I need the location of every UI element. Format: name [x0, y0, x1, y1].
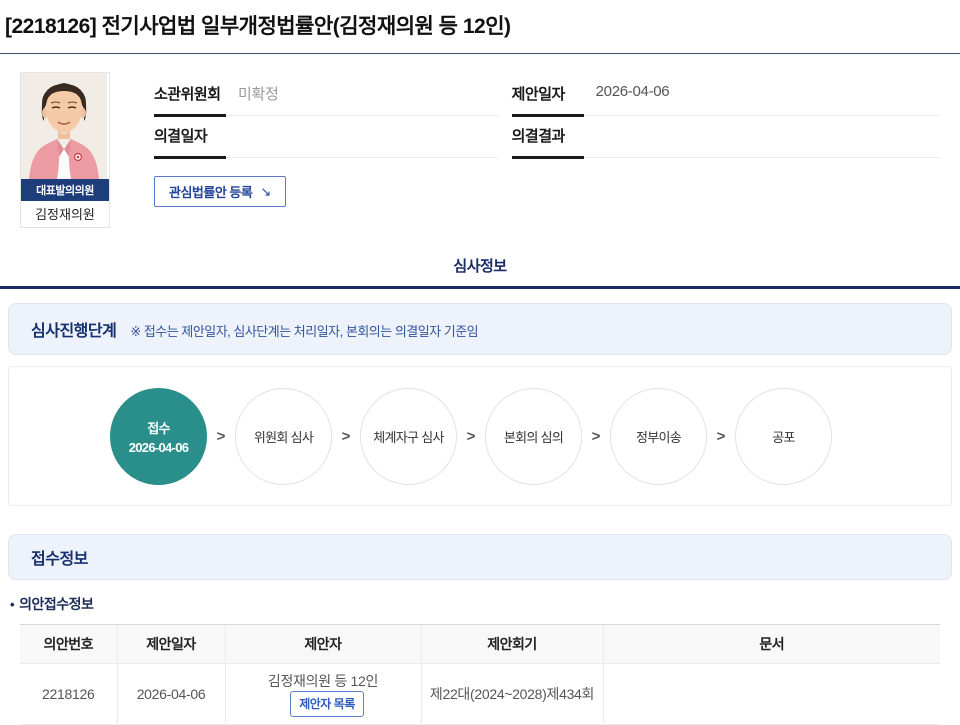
- step-systematic-review: 체계자구 심사: [360, 388, 457, 485]
- bullet-icon: •: [10, 597, 14, 612]
- reception-subtitle: • 의안접수정보: [10, 594, 960, 614]
- field-resolution-date-label: 의결일자: [154, 125, 238, 146]
- reception-section-title: 접수정보: [31, 545, 88, 569]
- chevron-right-icon: >: [582, 428, 610, 445]
- proposer-list-button[interactable]: 제안자 목록: [290, 691, 364, 717]
- bill-info-grid: 소관위원회 미확정 제안일자 2026-04-06 의결일자 의결결과: [154, 74, 940, 158]
- field-resolution-result-label: 의결결과: [512, 125, 596, 146]
- register-interest-bill-label: 관심법률안 등록: [169, 182, 252, 201]
- bill-info-area: 소관위원회 미확정 제안일자 2026-04-06 의결일자 의결결과 관심법률…: [154, 72, 940, 228]
- cell-bill-number: 2218126: [20, 664, 117, 725]
- cell-session: 제22대(2024~2028)제434회: [421, 664, 603, 725]
- tab-review-info[interactable]: 심사정보: [453, 255, 506, 286]
- step-committee-review: 위원회 심사: [235, 388, 332, 485]
- step-plenary-deliberation: 본회의 심의: [485, 388, 582, 485]
- register-arrow-icon: ↘: [260, 184, 270, 200]
- reception-subtitle-text: 의안접수정보: [19, 596, 93, 612]
- reception-table-row: 2218126 2026-04-06 김정재의원 등 12인제안자 목록 제22…: [20, 664, 940, 725]
- reception-table-header-row: 의안번호 제안일자 제안자 제안회기 문서: [20, 625, 940, 664]
- field-proposal-date: 제안일자 2026-04-06: [512, 74, 940, 116]
- step-promulgation: 공포: [735, 388, 832, 485]
- step-government-transfer: 정부이송: [610, 388, 707, 485]
- field-committee-value: 미확정: [238, 83, 279, 104]
- header-proposer: 제안자: [225, 625, 421, 664]
- field-proposal-date-label: 제안일자: [512, 83, 596, 104]
- cell-document: [603, 664, 940, 725]
- cell-proposer: 김정재의원 등 12인제안자 목록: [225, 664, 421, 725]
- field-proposal-date-value: 2026-04-06: [596, 83, 670, 100]
- chevron-right-icon: >: [707, 428, 735, 445]
- tab-bar: 심사정보: [0, 255, 960, 289]
- title-divider: [0, 53, 960, 54]
- field-resolution-date: 의결일자: [154, 116, 498, 158]
- chevron-right-icon: >: [207, 428, 235, 445]
- representative-profile-card: 대표발의의원 김정재의원: [20, 72, 110, 228]
- representative-badge: 대표발의의원: [21, 179, 109, 201]
- step-systematic-review-label: 체계자구 심사: [373, 427, 443, 446]
- representative-photo: [21, 73, 107, 179]
- header-proposal-date: 제안일자: [117, 625, 225, 664]
- field-committee-label: 소관위원회: [154, 83, 238, 104]
- field-committee: 소관위원회 미확정: [154, 74, 498, 116]
- step-promulgation-label: 공포: [772, 427, 795, 446]
- chevron-right-icon: >: [332, 428, 360, 445]
- representative-name: 김정재의원: [21, 201, 109, 227]
- step-reception-date: 2026-04-06: [129, 440, 189, 455]
- bill-summary-section: 대표발의의원 김정재의원 소관위원회 미확정 제안일자 2026-04-06 의…: [20, 72, 940, 228]
- progress-section-header: 심사진행단계 ※ 접수는 제안일자, 심사단계는 처리일자, 본회의는 의결일자…: [8, 303, 952, 355]
- header-bill-number: 의안번호: [20, 625, 117, 664]
- step-reception-label: 접수: [147, 418, 170, 437]
- header-session: 제안회기: [421, 625, 603, 664]
- header-document: 문서: [603, 625, 940, 664]
- step-reception: 접수 2026-04-06: [110, 388, 207, 485]
- step-committee-review-label: 위원회 심사: [254, 427, 313, 446]
- field-resolution-result: 의결결과: [512, 116, 940, 158]
- page-title: [2218126] 전기사업법 일부개정법률안(김정재의원 등 12인): [5, 10, 960, 40]
- reception-table: 의안번호 제안일자 제안자 제안회기 문서 2218126 2026-04-06…: [20, 624, 940, 725]
- cell-proposal-date: 2026-04-06: [117, 664, 225, 725]
- reception-section-header: 접수정보: [8, 534, 952, 580]
- progress-section-title: 심사진행단계: [31, 317, 116, 341]
- register-interest-bill-button[interactable]: 관심법률안 등록 ↘: [154, 176, 286, 207]
- progress-section-note: ※ 접수는 제안일자, 심사단계는 처리일자, 본회의는 의결일자 기준임: [130, 321, 478, 340]
- step-plenary-deliberation-label: 본회의 심의: [504, 427, 563, 446]
- step-government-transfer-label: 정부이송: [636, 427, 681, 446]
- cell-proposer-text: 김정재의원 등 12인: [268, 673, 378, 689]
- progress-steps: 접수 2026-04-06 > 위원회 심사 > 체계자구 심사 > 본회의 심…: [8, 366, 952, 506]
- chevron-right-icon: >: [457, 428, 485, 445]
